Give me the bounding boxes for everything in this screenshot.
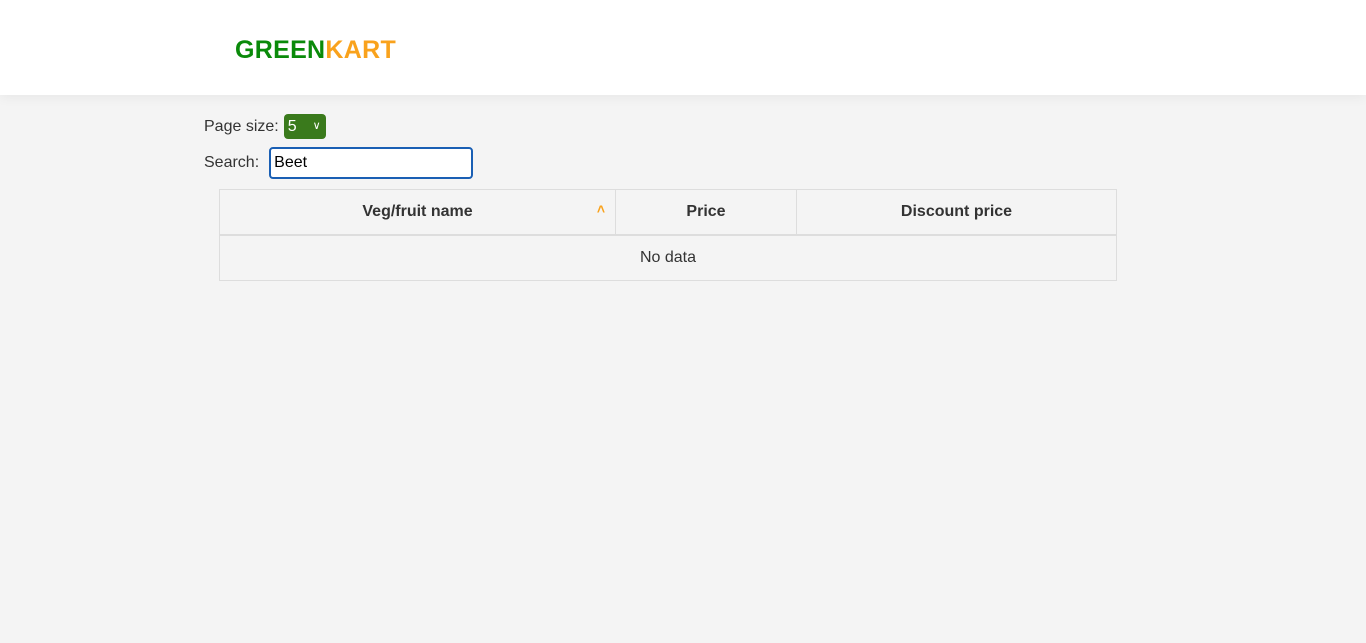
brand-logo[interactable]: GREENKART [235,35,396,65]
column-header-veg-fruit-name[interactable]: Veg/fruit name ˄ [220,190,616,234]
chevron-down-icon: ∨ [312,120,321,132]
products-table: Veg/fruit name ˄ Price Discount price No… [219,189,1117,281]
search-input[interactable] [269,147,474,179]
page-size-value: 5 [287,118,297,135]
sort-ascending-icon: ˄ [596,201,605,217]
brand-green: GREEN [235,36,326,64]
app-header: GREENKART [0,0,1366,95]
empty-row: No data [220,236,1116,280]
table-body: No data [220,236,1116,280]
page-size-select[interactable]: 5 ∨ [283,114,326,139]
column-header-label: Discount price [900,203,1013,220]
page-size-control: Page size: 5 ∨ [204,114,326,139]
column-header-label: Veg/fruit name [362,203,473,220]
search-label: Search: [204,154,260,171]
brand-kart: KART [325,36,397,64]
column-header-price[interactable]: Price [616,190,797,234]
column-header-label: Price [686,203,726,220]
page-size-label: Page size: [204,117,279,135]
search-control: Search: [204,147,474,179]
column-header-discount-price[interactable]: Discount price [797,190,1116,234]
table-header: Veg/fruit name ˄ Price Discount price [220,190,1116,236]
empty-message: No data [639,249,697,266]
